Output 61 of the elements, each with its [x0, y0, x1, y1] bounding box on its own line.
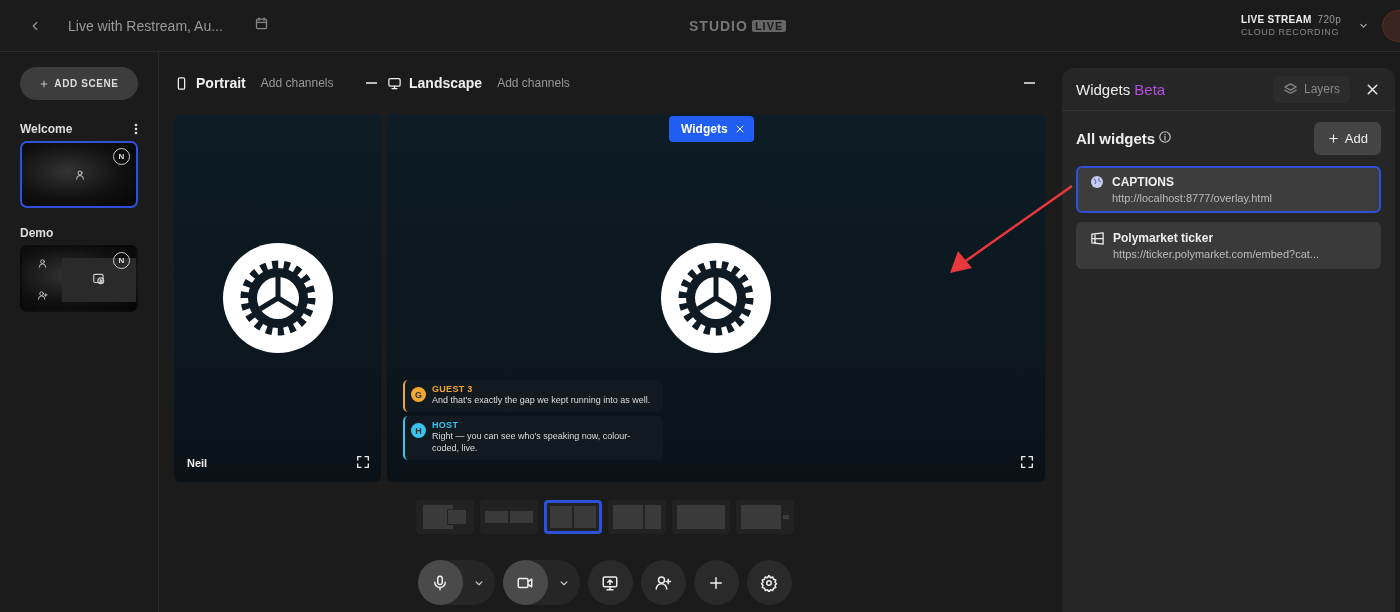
- control-button[interactable]: [746, 560, 792, 605]
- widget-url: https://ticker.polymarket.com/embed?cat...: [1113, 248, 1320, 260]
- widget-name: CAPTIONS: [1112, 175, 1175, 189]
- speaker-avatar: G: [411, 387, 426, 402]
- control-button[interactable]: [693, 560, 739, 605]
- section-heading: All widgets: [1076, 130, 1156, 147]
- person-icon: [74, 169, 86, 181]
- control-button[interactable]: [640, 560, 686, 605]
- toggle-button[interactable]: [502, 560, 548, 605]
- logo-text: STUDIO: [689, 17, 748, 34]
- speaker-label: GUEST 3: [432, 384, 474, 394]
- scene-name: Demo: [20, 226, 54, 240]
- layers-icon: [1282, 81, 1298, 97]
- add-widget-button[interactable]: Add: [1313, 122, 1381, 155]
- speaker-label: HOST: [432, 420, 460, 430]
- scene-name: Welcome: [20, 122, 73, 136]
- add-person-icon: [654, 573, 672, 592]
- plus-icon: [1326, 132, 1340, 145]
- add-channels-link[interactable]: Add channels: [260, 76, 334, 90]
- media-icon: [92, 272, 106, 286]
- canvas-title: Landscape: [409, 75, 483, 91]
- more-icon[interactable]: [134, 123, 138, 135]
- plus-icon: [39, 78, 50, 89]
- speaker-avatar: H: [411, 423, 426, 438]
- calendar-icon: [254, 16, 269, 31]
- monitor-icon: [387, 75, 402, 91]
- toggle-button[interactable]: [417, 560, 463, 605]
- canvas-title: Portrait: [196, 75, 246, 91]
- fullscreen-icon: [355, 454, 371, 470]
- microphone-icon: [431, 573, 449, 592]
- widget-url: http://localhost:8777/overlay.html: [1112, 192, 1272, 204]
- frame-icon: [1090, 231, 1105, 246]
- scene-thumbnail[interactable]: N: [20, 245, 138, 312]
- fullscreen-icon: [1019, 454, 1035, 470]
- add-scene-button[interactable]: ADD SCENE: [20, 67, 138, 100]
- logo-badge: LIVE: [751, 19, 787, 32]
- add-channels-link[interactable]: Add channels: [497, 76, 570, 90]
- recording-label: CLOUD RECORDING: [1241, 27, 1341, 37]
- participant-name: Neil: [187, 457, 208, 469]
- globe-icon: [1090, 175, 1104, 189]
- person-icon: [37, 258, 48, 269]
- layout-option[interactable]: [543, 500, 602, 534]
- gear-icon: [661, 243, 771, 353]
- layers-button[interactable]: Layers: [1272, 75, 1350, 103]
- settings-icon: [760, 573, 778, 592]
- add-person-icon: [37, 290, 48, 301]
- widgets-chip[interactable]: Widgets: [669, 116, 754, 142]
- widget-item[interactable]: Polymarket ticker https://ticker.polymarket.com/embed?cat...: [1076, 222, 1381, 269]
- stream-title: Live with Restream, Au...: [68, 17, 224, 34]
- control-button[interactable]: [587, 560, 633, 605]
- widget-name: Polymarket ticker: [1113, 231, 1215, 245]
- gear-icon: [222, 243, 333, 353]
- info-icon: [1158, 129, 1173, 144]
- panel-title: Widgets Beta: [1076, 80, 1166, 98]
- caption-text: And that's exactly the gap we kept running into as well.: [432, 394, 651, 406]
- resolution-label: 720p: [1317, 14, 1341, 25]
- stream-label: LIVE STREAM: [1241, 14, 1312, 25]
- screen-share-icon: [601, 573, 619, 592]
- caption-text: Right — you can see who's speaking now, colour-coded, live.: [432, 430, 632, 454]
- widget-item[interactable]: CAPTIONS http://localhost:8777/overlay.html: [1076, 166, 1381, 213]
- scene-thumbnail[interactable]: N: [20, 141, 138, 208]
